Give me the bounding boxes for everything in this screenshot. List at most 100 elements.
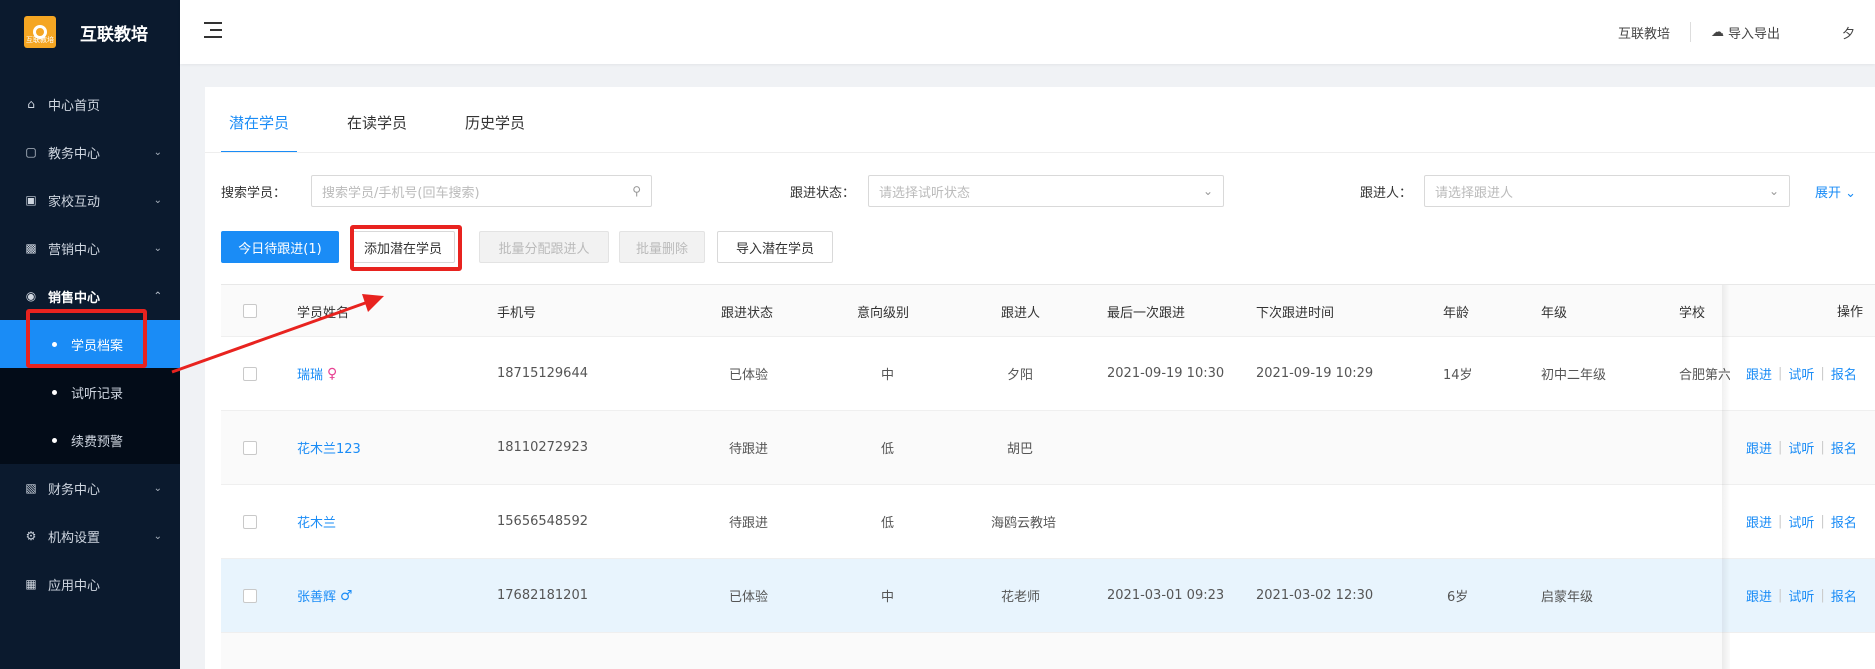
expand-toggle[interactable]: 展开 ⌄ xyxy=(1815,182,1856,201)
row-checkbox[interactable] xyxy=(243,366,257,381)
status-cell: 已体验 xyxy=(729,590,769,605)
org-name[interactable]: 互联教培 xyxy=(1598,23,1690,42)
tab-bar: 潜在学员 在读学员 历史学员 xyxy=(221,87,575,153)
table-row[interactable]: 张善辉 ♂ 17682181201 已体验 中 花老师 2021-03-01 0… xyxy=(221,559,1875,633)
bullet-icon xyxy=(52,437,57,443)
phone-cell: 17682181201 xyxy=(497,588,588,603)
import-export-link[interactable]: ☁ 导入导出 xyxy=(1691,23,1800,42)
female-icon: ♀ xyxy=(327,365,338,382)
follow-link[interactable]: 跟进 xyxy=(1746,364,1772,383)
add-potential-student-button[interactable]: 添加潜在学员 xyxy=(351,231,455,263)
row-actions: 跟进 | 试听 | 报名 xyxy=(1730,337,1875,411)
import-export-label: 导入导出 xyxy=(1727,26,1780,42)
chevron-up-icon: ⌃ xyxy=(153,290,162,302)
trial-link[interactable]: 试听 xyxy=(1788,586,1814,605)
status-placeholder: 请选择试听状态 xyxy=(879,185,971,201)
male-icon: ♂ xyxy=(340,587,353,604)
col-phone: 手机号 xyxy=(497,305,537,321)
enroll-link[interactable]: 报名 xyxy=(1831,438,1857,457)
follow-link[interactable]: 跟进 xyxy=(1746,438,1772,457)
sidebar-item-home-school[interactable]: ▣ 家校互动 ⌄ xyxy=(0,176,180,224)
cloud-icon: ☁ xyxy=(1710,24,1724,40)
ops-column: 操作 跟进 | 试听 | 报名 跟进 | 试听 | 报名 跟进 | 试听 | 报名 跟进 | … xyxy=(1722,285,1875,669)
enroll-link[interactable]: 报名 xyxy=(1831,364,1857,383)
student-name-link[interactable]: 花木兰 xyxy=(297,512,336,531)
chevron-down-icon: ⌄ xyxy=(153,530,162,542)
enroll-link[interactable]: 报名 xyxy=(1831,512,1857,531)
sidebar-item-apps[interactable]: ▦ 应用中心 xyxy=(0,560,180,608)
status-cell: 待跟进 xyxy=(729,516,769,531)
next-follow-cell: 2021-09-19 10:29 xyxy=(1256,366,1374,381)
chevron-down-icon: ⌄ xyxy=(1845,186,1857,201)
row-checkbox[interactable] xyxy=(243,588,257,603)
col-next-follow: 下次跟进时间 xyxy=(1256,305,1335,321)
col-ops: 操作 xyxy=(1730,285,1875,337)
sidebar-item-label: 销售中心 xyxy=(48,290,101,306)
sidebar-item-finance[interactable]: ▧ 财务中心 ⌄ xyxy=(0,464,180,512)
follower-select[interactable]: 请选择跟进人 ⌄ xyxy=(1424,175,1790,207)
tab-history[interactable]: 历史学员 xyxy=(457,87,533,153)
row-checkbox[interactable] xyxy=(243,514,257,529)
search-placeholder: 搜索学员/手机号(回车搜索) xyxy=(322,185,480,201)
sidebar-item-sales[interactable]: ◉ 销售中心 ⌃ xyxy=(0,272,180,320)
row-checkbox[interactable] xyxy=(243,440,257,455)
tab-potential[interactable]: 潜在学员 xyxy=(221,87,298,153)
brand: 互联教培 互联教培 xyxy=(0,0,180,64)
status-cell: 已体验 xyxy=(729,368,769,383)
table-row[interactable]: 花木兰 15656548592 待跟进 低 海鸥云教培 xyxy=(221,485,1875,559)
search-icon[interactable]: ⚲ xyxy=(632,184,641,198)
col-grade: 年级 xyxy=(1541,305,1568,321)
tab-divider xyxy=(205,152,1875,153)
table-row[interactable] xyxy=(221,633,1875,669)
sidebar-item-label: 营销中心 xyxy=(48,242,101,258)
batch-assign-button: 批量分配跟进人 xyxy=(479,231,609,263)
chevron-down-icon: ⌄ xyxy=(153,194,162,206)
student-name-link[interactable]: 张善辉 xyxy=(297,586,336,605)
row-actions: 跟进 | 试听 | 报名 xyxy=(1730,411,1875,485)
status-select[interactable]: 请选择试听状态 ⌄ xyxy=(868,175,1224,207)
sidebar-item-org-settings[interactable]: ⚙ 机构设置 ⌄ xyxy=(0,512,180,560)
grid-icon: ▦ xyxy=(25,577,37,591)
level-cell: 中 xyxy=(881,368,895,383)
sidebar-item-trial-records[interactable]: 试听记录 xyxy=(0,368,180,416)
today-follow-button[interactable]: 今日待跟进(1) xyxy=(221,231,339,263)
import-potential-button[interactable]: 导入潜在学员 xyxy=(717,231,833,263)
tab-enrolled[interactable]: 在读学员 xyxy=(339,87,415,153)
follower-cell: 海鸥云教培 xyxy=(991,516,1057,531)
menu-fold-icon[interactable] xyxy=(204,22,222,38)
sidebar-item-renewal-alert[interactable]: 续费预警 xyxy=(0,416,180,464)
sidebar-item-student-files[interactable]: 学员档案 xyxy=(0,320,180,368)
table-row[interactable]: 瑞瑞 ♀ 18715129644 已体验 中 夕阳 2021-09-19 10:… xyxy=(221,337,1875,411)
app-name: 互联教培 xyxy=(80,24,148,45)
search-input[interactable]: 搜索学员/手机号(回车搜索) ⚲ xyxy=(311,175,652,207)
trial-link[interactable]: 试听 xyxy=(1788,438,1814,457)
chevron-down-icon: ⌄ xyxy=(1202,184,1213,198)
sidebar-item-academic[interactable]: ▢ 教务中心 ⌄ xyxy=(0,128,180,176)
grade-cell: 初中二年级 xyxy=(1541,368,1607,383)
age-cell: 14岁 xyxy=(1443,368,1473,383)
follow-link[interactable]: 跟进 xyxy=(1746,586,1772,605)
sidebar-item-label: 学员档案 xyxy=(71,338,124,354)
sidebar-item-label: 财务中心 xyxy=(48,482,101,498)
follow-link[interactable]: 跟进 xyxy=(1746,512,1772,531)
bullet-icon xyxy=(52,341,57,347)
sidebar-item-marketing[interactable]: ▩ 营销中心 ⌄ xyxy=(0,224,180,272)
student-name-link[interactable]: 瑞瑞 xyxy=(297,364,323,383)
user-name[interactable]: 夕 xyxy=(1800,23,1875,42)
ops-header: 操作 xyxy=(1836,305,1863,320)
table-row[interactable]: 花木兰123 18110272923 待跟进 低 胡巴 xyxy=(221,411,1875,485)
col-age: 年龄 xyxy=(1443,305,1470,321)
header-right: 互联教培 ☁ 导入导出 夕 xyxy=(1598,0,1875,64)
trial-link[interactable]: 试听 xyxy=(1788,512,1814,531)
sidebar-item-home[interactable]: ⌂ 中心首页 xyxy=(0,80,180,128)
row-actions: 跟进 | 试听 | 报名 xyxy=(1730,559,1875,633)
col-name: 学员姓名 xyxy=(297,305,350,321)
enroll-link[interactable]: 报名 xyxy=(1831,586,1857,605)
student-name-link[interactable]: 花木兰123 xyxy=(297,438,361,457)
last-follow-cell: 2021-09-19 10:30 xyxy=(1107,366,1225,381)
col-level: 意向级别 xyxy=(857,305,910,321)
follower-cell: 夕阳 xyxy=(1007,368,1034,383)
select-all-checkbox[interactable] xyxy=(243,304,257,318)
sales-submenu: 学员档案 试听记录 续费预警 xyxy=(0,320,180,464)
trial-link[interactable]: 试听 xyxy=(1788,364,1814,383)
